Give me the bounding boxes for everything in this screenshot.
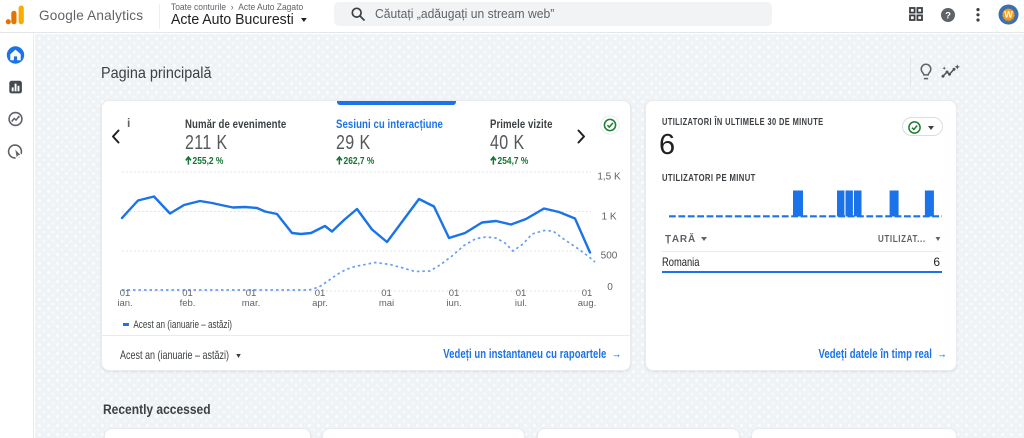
svg-text:W: W [1004,10,1013,20]
svg-text:?: ? [945,10,951,21]
svg-text:iul.: iul. [515,298,527,309]
svg-text:0: 0 [607,282,613,293]
svg-text:mar.: mar. [242,298,260,309]
svg-text:iun.: iun. [446,298,461,309]
svg-text:mai: mai [379,298,394,309]
svg-text:500: 500 [601,251,618,262]
svg-text:ian.: ian. [117,298,132,309]
svg-text:feb.: feb. [180,298,196,309]
svg-text:1 K: 1 K [601,212,616,223]
svg-text:1,5 K: 1,5 K [597,172,621,183]
svg-text:apr.: apr. [312,298,328,309]
svg-text:aug.: aug. [578,298,597,309]
